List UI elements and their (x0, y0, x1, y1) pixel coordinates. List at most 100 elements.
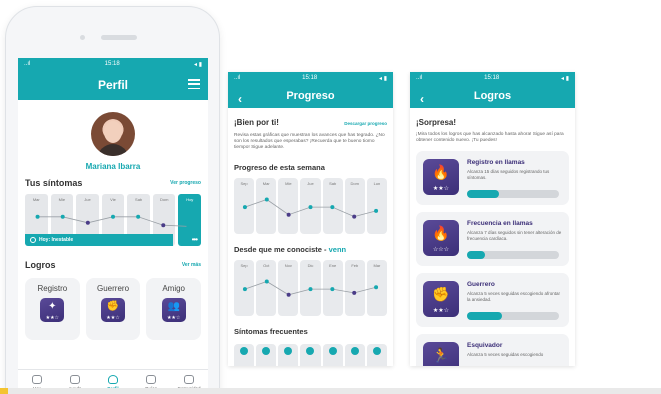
battery-icon: ◂ ▮ (379, 75, 387, 82)
download-progress-link[interactable]: Descargar progreso (344, 121, 387, 126)
data-point[interactable] (161, 223, 166, 228)
logros-description: ¡Mira todos los logros que has alcanzado… (416, 132, 564, 144)
back-icon[interactable]: ‹ (238, 92, 242, 106)
ver-mas-link[interactable]: Ver más (182, 262, 201, 268)
symptom-icon (306, 346, 315, 355)
progress-bar (467, 190, 559, 199)
logro-description: Alcanza 5 veces seguidas escogiendo (467, 352, 544, 358)
symptom-column[interactable] (278, 343, 299, 366)
mood-icon (30, 237, 36, 243)
progreso-description: Revisa estas gráficas que muestran los a… (234, 133, 385, 151)
symptom-column[interactable] (322, 343, 343, 366)
logros-screen: ..ıl 15:18 ◂ ▮ ‹ Logros ¡Sorpresa! ¡Mira… (410, 72, 575, 366)
perfil-screen: ..ıl 15:18 ◂ ▮ Perfil Mariana Ibarra Tus… (18, 58, 208, 394)
fist-icon: ✊ (106, 301, 120, 312)
frequent-symptoms-row (234, 343, 387, 366)
logro-title: Guerrero (467, 281, 495, 289)
amigo-badge-icon: 👥 ★★☆ (161, 298, 186, 322)
data-point[interactable] (264, 279, 269, 284)
data-point[interactable] (85, 220, 90, 225)
registro-badge-icon: ✦ ★★☆ (40, 298, 65, 322)
data-point[interactable] (35, 214, 40, 219)
user-icon (108, 374, 118, 384)
logro-title: Frecuencia en llamas (467, 220, 533, 228)
data-point[interactable] (286, 212, 291, 217)
data-point[interactable] (242, 286, 247, 291)
data-point[interactable] (330, 286, 335, 291)
progreso-screen: ..ıl 15:18 ◂ ▮ ‹ Progreso ¡Bien por ti! … (228, 72, 393, 366)
logros-header: Logros Ver más (18, 260, 208, 270)
data-point[interactable] (242, 204, 247, 209)
logro-item-registro-en-llamas[interactable]: 🔥 ★★☆ Registro en llamas Alcanza 15 días… (416, 151, 569, 206)
avatar[interactable] (91, 112, 135, 156)
freq-section-title: Síntomas frecuentes (234, 326, 308, 336)
more-icon[interactable]: ••• (192, 235, 198, 244)
logro-item-guerrero[interactable]: ✊ ★★☆ Guerrero Alcanza 5 veces seguidas … (416, 273, 569, 328)
symptom-column[interactable] (256, 343, 277, 366)
data-point[interactable] (111, 214, 115, 219)
data-point[interactable] (374, 208, 379, 213)
symptom-column[interactable] (234, 343, 255, 366)
data-point[interactable] (136, 214, 141, 219)
logro-title: Esquivador (467, 342, 503, 350)
data-point[interactable] (308, 286, 313, 291)
data-point[interactable] (186, 224, 191, 229)
profile-section: Mariana Ibarra (18, 100, 208, 178)
data-point[interactable] (264, 197, 269, 202)
logro-card-registro[interactable]: Registro ✦ ★★☆ (25, 278, 80, 340)
ver-progreso-link[interactable]: Ver progreso (170, 180, 201, 186)
today-status-label: Hoy: Inestable (39, 237, 74, 243)
phone-frame: ..ıl 15:18 ◂ ▮ Perfil Mariana Ibarra Tus… (5, 6, 220, 394)
logro-item-frecuencia-en-llamas[interactable]: 🔥 ☆☆☆ Frecuencia en llamas Alcanza 7 día… (416, 212, 569, 267)
week-line (35, 214, 191, 229)
data-point[interactable] (60, 214, 65, 219)
symptom-column[interactable] (344, 343, 365, 366)
sintomas-week-chart[interactable]: Mar Mie Jue Vie Sab Dom Hoy Hoy: Inestab… (25, 194, 202, 246)
status-bar: ..ıl 15:18 ◂ ▮ (18, 58, 208, 70)
back-icon[interactable]: ‹ (420, 92, 424, 106)
calendar-icon (32, 374, 42, 384)
symptom-column[interactable] (366, 343, 387, 366)
status-bar: ..ıl 15:18 ◂ ▮ (228, 72, 393, 84)
logro-item-esquivador[interactable]: 🏃 Esquivador Alcanza 5 veces seguidas es… (416, 334, 569, 366)
guerrero-badge-icon: ✊ ★★☆ (101, 298, 125, 322)
data-point[interactable] (374, 284, 379, 289)
data-point[interactable] (330, 204, 335, 209)
data-point[interactable] (308, 204, 313, 209)
fist-icon: ✊ (432, 286, 450, 303)
data-point[interactable] (352, 214, 357, 219)
flame-badge-icon: 🔥 ★★☆ (423, 159, 459, 196)
page-title: Logros (473, 90, 512, 102)
chat-icon (184, 374, 194, 384)
logro-card-amigo[interactable]: Amigo 👥 ★★☆ (146, 278, 202, 340)
flame-icon: ✦ (48, 301, 57, 312)
since-progress-chart[interactable]: Sep Oct Nov Dic Ene Feb Mar (234, 259, 387, 316)
data-point[interactable] (286, 292, 291, 297)
progress-fill (467, 312, 502, 321)
sintomas-title: Tus síntomas (25, 178, 83, 188)
symptom-column[interactable] (300, 343, 321, 366)
menu-icon[interactable] (188, 79, 200, 89)
stars-rating: ★★☆ (432, 186, 450, 193)
camera-dot (80, 35, 85, 40)
stars-rating: ★★☆ (45, 315, 60, 321)
logros-title: Logros (25, 260, 56, 270)
brand-name: venn (328, 244, 347, 254)
status-bar: ..ıl 15:18 ◂ ▮ (410, 72, 575, 84)
corner-marker (0, 388, 8, 394)
today-status: Hoy: Inestable (25, 234, 173, 246)
data-point[interactable] (352, 290, 357, 295)
fist-badge-icon: ✊ ★★☆ (423, 281, 459, 318)
logro-card-guerrero[interactable]: Guerrero ✊ ★★☆ (85, 278, 141, 340)
progress-fill (467, 251, 486, 260)
symptom-icon (262, 346, 271, 355)
week-section-title: Progreso de esta semana (234, 162, 325, 172)
status-time: 15:18 (302, 75, 318, 81)
logro-label: Amigo (162, 284, 186, 293)
signal-icon: ..ıl (234, 75, 241, 81)
week-progress-chart[interactable]: Sep Mar Mie Jue Sab Dom Lun (234, 177, 387, 234)
battery-icon: ◂ ▮ (561, 75, 569, 82)
bottom-strip (0, 388, 661, 394)
symptom-icon (350, 346, 359, 355)
logro-label: Guerrero (97, 284, 130, 293)
